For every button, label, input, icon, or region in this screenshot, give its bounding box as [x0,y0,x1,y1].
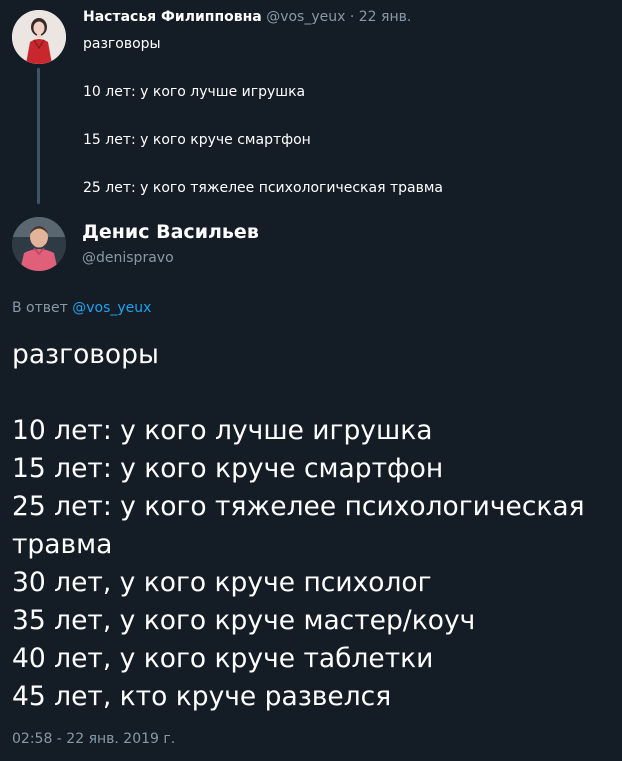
parent-text-line: 10 лет: у кого лучше игрушка [83,84,306,100]
reply-tweet-text: разговоры 10 лет: у кого лучше игрушка 1… [12,336,616,716]
user-avatar-icon [12,217,66,271]
reply-text-line: разговоры [12,339,159,370]
reply-text-line: 45 лет, кто круче развелся [12,681,392,712]
parent-text-line: разговоры [83,36,161,52]
parent-text-line: 15 лет: у кого круче смартфон [83,132,311,148]
user-avatar-icon [12,10,66,64]
reply-author-handle[interactable]: @denispravo [82,250,174,266]
reply-text-line: 30 лет, у кого круче психолог [12,567,432,598]
header-separator: · [349,9,355,25]
reply-text-line: 35 лет, у кого круче мастер/коуч [12,605,476,636]
reply-context: В ответ @vos_yeux [12,300,151,316]
parent-tweet-text: разговоры 10 лет: у кого лучше игрушка 1… [83,36,443,196]
parent-text-line: 25 лет: у кого тяжелее психологическая т… [83,180,443,196]
reply-text-line: 15 лет: у кого круче смартфон [12,453,444,484]
reply-author-name[interactable]: Денис Васильев [82,221,259,243]
thread-connector-line [37,68,40,204]
reply-text-line: травма [12,529,113,560]
parent-author-name[interactable]: Настасья Филипповна [83,9,262,25]
reply-text-line: 25 лет: у кого тяжелее психологическая [12,491,585,522]
reply-mention-link[interactable]: @vos_yeux [72,300,151,316]
reply-text-line: 40 лет, у кого круче таблетки [12,643,434,674]
parent-author-handle[interactable]: @vos_yeux [266,9,345,25]
parent-author-avatar[interactable] [12,10,66,64]
parent-tweet-date[interactable]: 22 янв. [359,9,412,25]
tweet-timestamp[interactable]: 02:58 - 22 янв. 2019 г. [12,731,175,747]
reply-author-avatar[interactable] [12,217,66,271]
parent-tweet[interactable]: Настасья Филипповна @vos_yeux · 22 янв. … [0,0,622,210]
reply-text-line: 10 лет: у кого лучше игрушка [12,415,433,446]
parent-tweet-header: Настасья Филипповна @vos_yeux · 22 янв. [83,9,411,25]
reply-prefix: В ответ [12,300,68,316]
